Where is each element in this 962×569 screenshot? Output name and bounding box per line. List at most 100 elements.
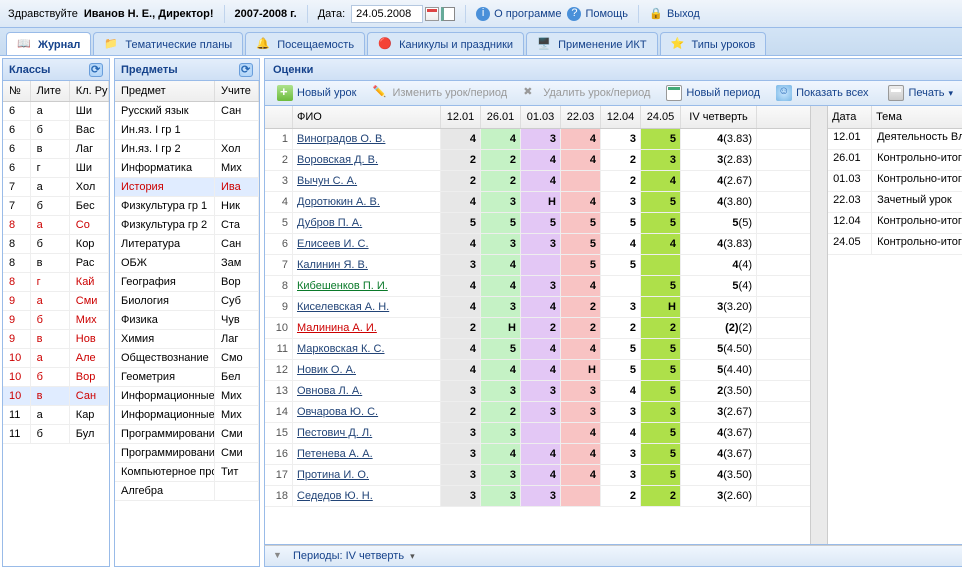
class-row[interactable]: 7аХол — [3, 178, 109, 197]
student-link[interactable]: Калинин Я. В. — [293, 255, 441, 275]
student-link[interactable]: Овнова Л. А. — [293, 381, 441, 401]
tab-journal[interactable]: 📖Журнал — [6, 32, 91, 55]
subject-row[interactable]: Ин.яз. I гр 1 — [115, 121, 259, 140]
class-row[interactable]: 6аШи — [3, 102, 109, 121]
subject-row[interactable]: ОБЖЗам — [115, 254, 259, 273]
grade-row[interactable]: 3Вычун С. А.224244 (2.67) — [265, 171, 810, 192]
class-row[interactable]: 9вНов — [3, 330, 109, 349]
filter-icon[interactable] — [273, 549, 287, 563]
student-link[interactable]: Малинина А. И. — [293, 318, 441, 338]
subject-row[interactable]: ЛитератураСан — [115, 235, 259, 254]
subject-row[interactable]: Информационные тМих — [115, 406, 259, 425]
grade-row[interactable]: 7Калинин Я. В.34554 (4) — [265, 255, 810, 276]
class-row[interactable]: 10вСан — [3, 387, 109, 406]
class-row[interactable]: 11бБул — [3, 425, 109, 444]
student-link[interactable]: Марковская К. С. — [293, 339, 441, 359]
class-row[interactable]: 9аСми — [3, 292, 109, 311]
tab-plans[interactable]: 📁Тематические планы — [93, 32, 243, 55]
subject-row[interactable]: ХимияЛаг — [115, 330, 259, 349]
grade-row[interactable]: 1Виноградов О. В.4434354 (3.83) — [265, 129, 810, 150]
calendar-icon[interactable] — [425, 7, 439, 21]
delete-lesson-button[interactable]: ✖Удалить урок/период — [517, 82, 656, 104]
class-row[interactable]: 9бМих — [3, 311, 109, 330]
subjects-grid[interactable]: Русский языкСанИн.яз. I гр 1Ин.яз. I гр … — [115, 102, 259, 566]
class-row[interactable]: 8бКор — [3, 235, 109, 254]
student-link[interactable]: Седедов Ю. Н. — [293, 486, 441, 506]
subject-row[interactable]: Русский языкСан — [115, 102, 259, 121]
period-filter[interactable]: Периоды: IV четверть — [293, 550, 404, 562]
refresh-icon[interactable] — [239, 63, 253, 77]
student-link[interactable]: Доротюкин А. В. — [293, 192, 441, 212]
subject-row[interactable]: Физкультура гр 1Ник — [115, 197, 259, 216]
grade-row[interactable]: 12Новик О. А.444Н555 (4.40) — [265, 360, 810, 381]
class-row[interactable]: 8гКай — [3, 273, 109, 292]
student-link[interactable]: Елисеев И. С. — [293, 234, 441, 254]
grade-row[interactable]: 18Седедов Ю. Н.333223 (2.60) — [265, 486, 810, 507]
refresh-icon[interactable] — [89, 63, 103, 77]
edit-lesson-button[interactable]: ✏️Изменить урок/период — [366, 82, 513, 104]
class-row[interactable]: 10бВор — [3, 368, 109, 387]
subject-row[interactable]: Ин.яз. I гр 2Хол — [115, 140, 259, 159]
subject-row[interactable]: ПрограммированиеСми — [115, 425, 259, 444]
student-link[interactable]: Дубров П. А. — [293, 213, 441, 233]
grade-row[interactable]: 17Протина И. О.3344354 (3.50) — [265, 465, 810, 486]
class-row[interactable]: 6гШи — [3, 159, 109, 178]
student-link[interactable]: Овчарова Ю. С. — [293, 402, 441, 422]
topic-row[interactable]: 12.04Контрольно-итогоМа — [828, 213, 962, 234]
subject-row[interactable]: БиологияСуб — [115, 292, 259, 311]
grade-row[interactable]: 2Воровская Д. В.2244233 (2.83) — [265, 150, 810, 171]
student-link[interactable]: Виноградов О. В. — [293, 129, 441, 149]
grades-grid[interactable]: 1Виноградов О. В.4434354 (3.83)2Воровска… — [265, 129, 810, 544]
topic-row[interactable]: 01.03Контрольно-итогоМа — [828, 171, 962, 192]
tab-attendance[interactable]: 🔔Посещаемость — [245, 32, 365, 55]
print-button[interactable]: Печать▾ — [882, 82, 959, 104]
subject-row[interactable]: ГеографияВор — [115, 273, 259, 292]
subject-row[interactable]: Компьютерное проТит — [115, 463, 259, 482]
grade-row[interactable]: 14Овчарова Ю. С.2233333 (2.67) — [265, 402, 810, 423]
subject-row[interactable]: ОбществознаниеСмо — [115, 349, 259, 368]
about-button[interactable]: iО программе — [476, 7, 561, 21]
student-link[interactable]: Киселевская А. Н. — [293, 297, 441, 317]
new-lesson-button[interactable]: Новый урок — [271, 82, 362, 104]
today-icon[interactable] — [441, 7, 455, 21]
subject-row[interactable]: ПрограммированиеСми — [115, 444, 259, 463]
topic-row[interactable]: 22.03Зачетный урокМа — [828, 192, 962, 213]
grade-row[interactable]: 10Малинина А. И.2Н2222(2) (2) — [265, 318, 810, 339]
subject-row[interactable]: Информационные тМих — [115, 387, 259, 406]
exit-button[interactable]: 🔒Выход — [649, 7, 700, 21]
grade-row[interactable]: 13Овнова Л. А.3333452 (3.50) — [265, 381, 810, 402]
tab-lesson-types[interactable]: ⭐Типы уроков — [660, 32, 767, 55]
grade-row[interactable]: 4Доротюкин А. В.43Н4354 (3.80) — [265, 192, 810, 213]
subject-row[interactable]: Алгебра — [115, 482, 259, 501]
new-period-button[interactable]: Новый период — [660, 82, 766, 104]
classes-grid[interactable]: 6аШи6бВас6вЛаг6гШи7аХол7бБес8аСо8бКор8вР… — [3, 102, 109, 566]
student-link[interactable]: Петенева А. А. — [293, 444, 441, 464]
subject-row[interactable]: ФизикаЧув — [115, 311, 259, 330]
student-link[interactable]: Пестович Д. Л. — [293, 423, 441, 443]
student-link[interactable]: Кибешенков П. И. — [293, 276, 441, 296]
class-row[interactable]: 8аСо — [3, 216, 109, 235]
subject-row[interactable]: ГеометрияБел — [115, 368, 259, 387]
student-link[interactable]: Вычун С. А. — [293, 171, 441, 191]
student-link[interactable]: Воровская Д. В. — [293, 150, 441, 170]
student-link[interactable]: Новик О. А. — [293, 360, 441, 380]
grade-row[interactable]: 8Кибешенков П. И.443455 (4) — [265, 276, 810, 297]
subject-row[interactable]: ИнформатикаМих — [115, 159, 259, 178]
date-input[interactable] — [351, 5, 423, 23]
class-row[interactable]: 6бВас — [3, 121, 109, 140]
student-link[interactable]: Протина И. О. — [293, 465, 441, 485]
topic-row[interactable]: 12.01Деятельность ВлаМа — [828, 129, 962, 150]
class-row[interactable]: 10аАле — [3, 349, 109, 368]
scrollbar[interactable] — [810, 106, 827, 544]
topic-row[interactable]: 26.01Контрольно-итогоМа — [828, 150, 962, 171]
subject-row[interactable]: Физкультура гр 2Ста — [115, 216, 259, 235]
help-button[interactable]: ?Помощь — [567, 7, 628, 21]
grade-row[interactable]: 15Пестович Д. Л.334454 (3.67) — [265, 423, 810, 444]
class-row[interactable]: 6вЛаг — [3, 140, 109, 159]
class-row[interactable]: 7бБес — [3, 197, 109, 216]
topics-grid[interactable]: 12.01Деятельность ВлаМа26.01Контрольно-и… — [828, 129, 962, 255]
tab-holidays[interactable]: 🔴Каникулы и праздники — [367, 32, 524, 55]
grade-row[interactable]: 16Петенева А. А.3444354 (3.67) — [265, 444, 810, 465]
grade-row[interactable]: 9Киселевская А. Н.43423Н3 (3.20) — [265, 297, 810, 318]
tab-ikt[interactable]: 🖥️Применение ИКТ — [526, 32, 657, 55]
